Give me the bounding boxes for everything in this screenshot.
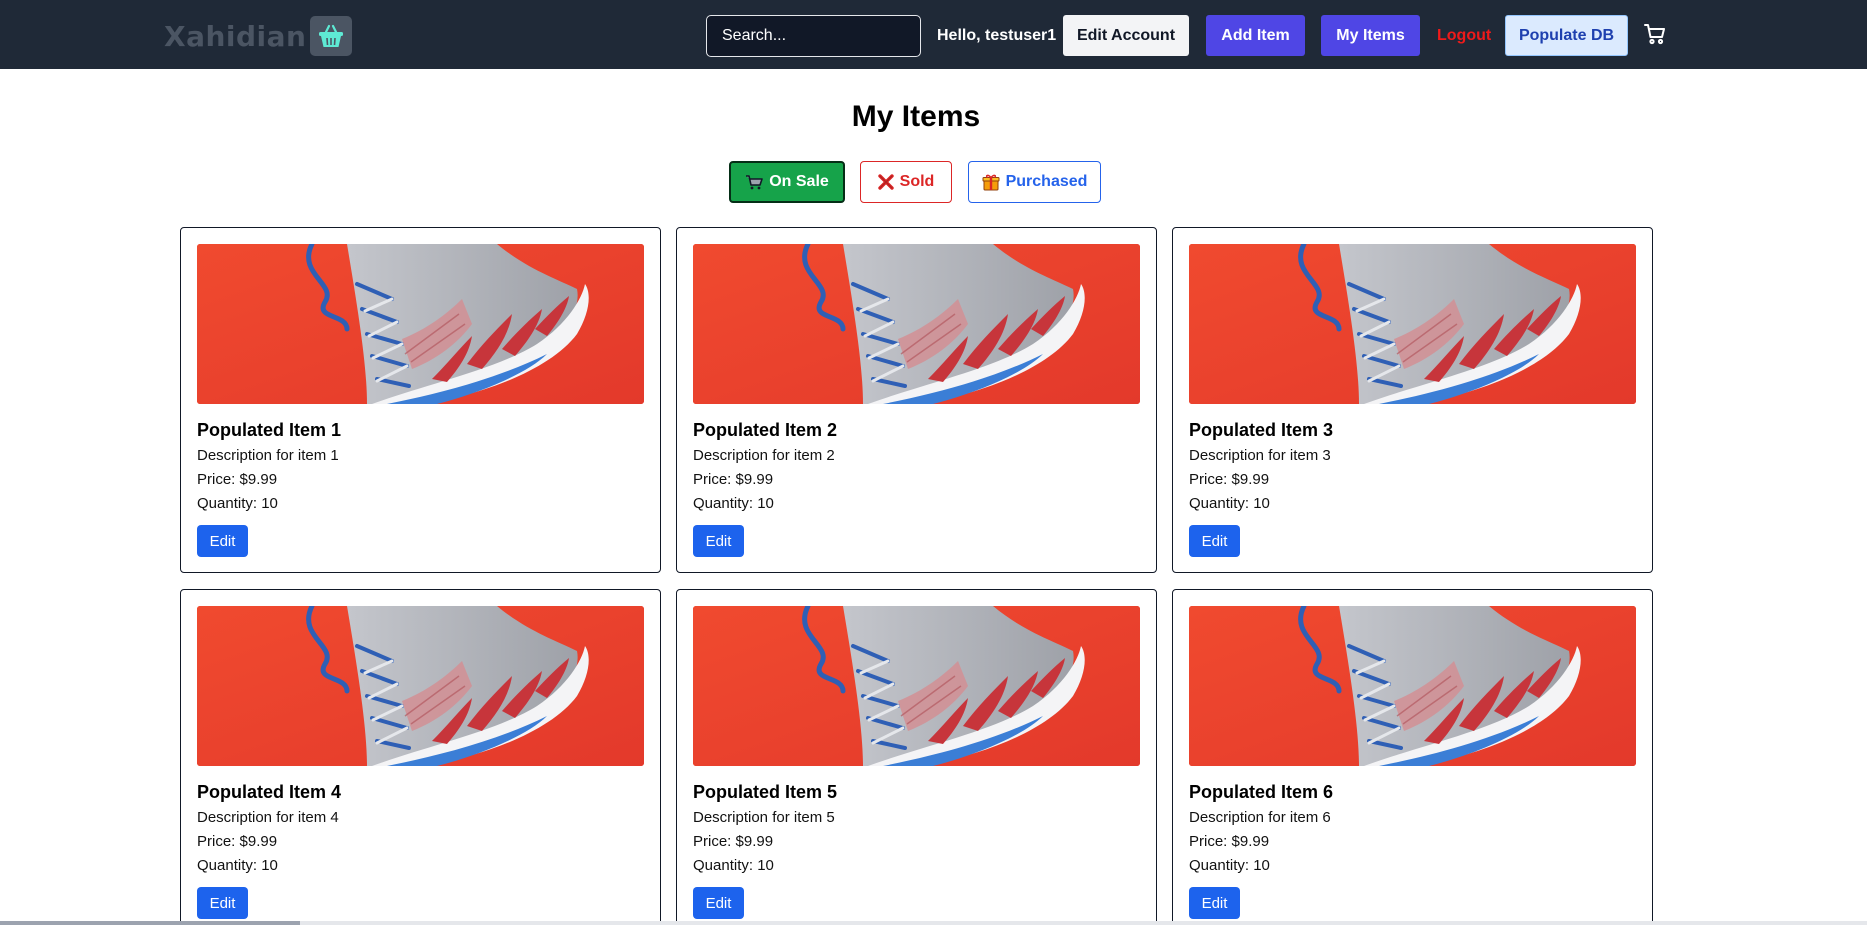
item-card: Populated Item 6 Description for item 6 … <box>1172 589 1653 925</box>
edit-item-button[interactable]: Edit <box>693 887 744 919</box>
scrollbar-thumb[interactable] <box>0 921 300 925</box>
edit-item-button[interactable]: Edit <box>197 887 248 919</box>
edit-item-button[interactable]: Edit <box>1189 525 1240 557</box>
cart-icon <box>745 174 764 190</box>
item-price: Price: $9.99 <box>1189 833 1270 850</box>
filter-sold-button[interactable]: Sold <box>860 161 952 203</box>
cart-icon[interactable] <box>1643 22 1667 46</box>
item-description: Description for item 1 <box>197 447 339 464</box>
item-price: Price: $9.99 <box>197 833 278 850</box>
item-description: Description for item 4 <box>197 809 339 826</box>
page-title: My Items <box>851 100 981 133</box>
filter-label: On Sale <box>769 173 829 190</box>
item-description: Description for item 2 <box>693 447 835 464</box>
item-title: Populated Item 2 <box>693 420 838 440</box>
basket-icon <box>310 16 353 56</box>
filter-purchased-button[interactable]: Purchased <box>968 161 1101 203</box>
item-title: Populated Item 5 <box>693 782 838 802</box>
item-price: Price: $9.99 <box>1189 471 1270 488</box>
item-quantity: Quantity: 10 <box>1189 857 1270 874</box>
item-quantity: Quantity: 10 <box>197 495 278 512</box>
item-description: Description for item 3 <box>1189 447 1331 464</box>
user-greeting: Hello, testuser1 <box>937 27 1057 44</box>
logo-text: Xahidian <box>164 19 307 53</box>
navbar: Xahidian Hello, testuser1 Edit Account A… <box>0 0 1867 69</box>
item-quantity: Quantity: 10 <box>693 857 774 874</box>
item-description: Description for item 5 <box>693 809 835 826</box>
edit-account-button[interactable]: Edit Account <box>1063 15 1189 56</box>
item-quantity: Quantity: 10 <box>1189 495 1270 512</box>
cross-mark-icon <box>877 174 894 190</box>
item-quantity: Quantity: 10 <box>197 857 278 874</box>
item-price: Price: $9.99 <box>693 833 774 850</box>
item-image <box>197 606 644 766</box>
filter-label: Purchased <box>1005 173 1088 190</box>
item-title: Populated Item 6 <box>1189 782 1334 802</box>
item-card: Populated Item 3 Description for item 3 … <box>1172 227 1653 573</box>
item-title: Populated Item 4 <box>197 782 342 802</box>
item-card: Populated Item 5 Description for item 5 … <box>676 589 1157 925</box>
filter-label: Sold <box>899 173 935 190</box>
item-image <box>1189 244 1636 404</box>
my-items-button[interactable]: My Items <box>1321 15 1420 56</box>
add-item-button[interactable]: Add Item <box>1206 15 1305 56</box>
gift-icon <box>982 173 1000 191</box>
item-card: Populated Item 2 Description for item 2 … <box>676 227 1157 573</box>
item-card: Populated Item 1 Description for item 1 … <box>180 227 661 573</box>
search-input[interactable] <box>706 15 921 57</box>
item-title: Populated Item 1 <box>197 420 342 440</box>
item-price: Price: $9.99 <box>693 471 774 488</box>
item-description: Description for item 6 <box>1189 809 1331 826</box>
item-image <box>693 606 1140 766</box>
item-title: Populated Item 3 <box>1189 420 1334 440</box>
filter-on-sale-button[interactable]: On Sale <box>729 161 845 203</box>
item-image <box>1189 606 1636 766</box>
edit-item-button[interactable]: Edit <box>1189 887 1240 919</box>
edit-item-button[interactable]: Edit <box>197 525 248 557</box>
logout-link[interactable]: Logout <box>1437 27 1491 45</box>
item-price: Price: $9.99 <box>197 471 278 488</box>
edit-item-button[interactable]: Edit <box>693 525 744 557</box>
item-quantity: Quantity: 10 <box>693 495 774 512</box>
item-card: Populated Item 4 Description for item 4 … <box>180 589 661 925</box>
logo[interactable]: Xahidian <box>164 16 353 56</box>
populate-db-button[interactable]: Populate DB <box>1505 15 1628 56</box>
item-image <box>693 244 1140 404</box>
item-image <box>197 244 644 404</box>
